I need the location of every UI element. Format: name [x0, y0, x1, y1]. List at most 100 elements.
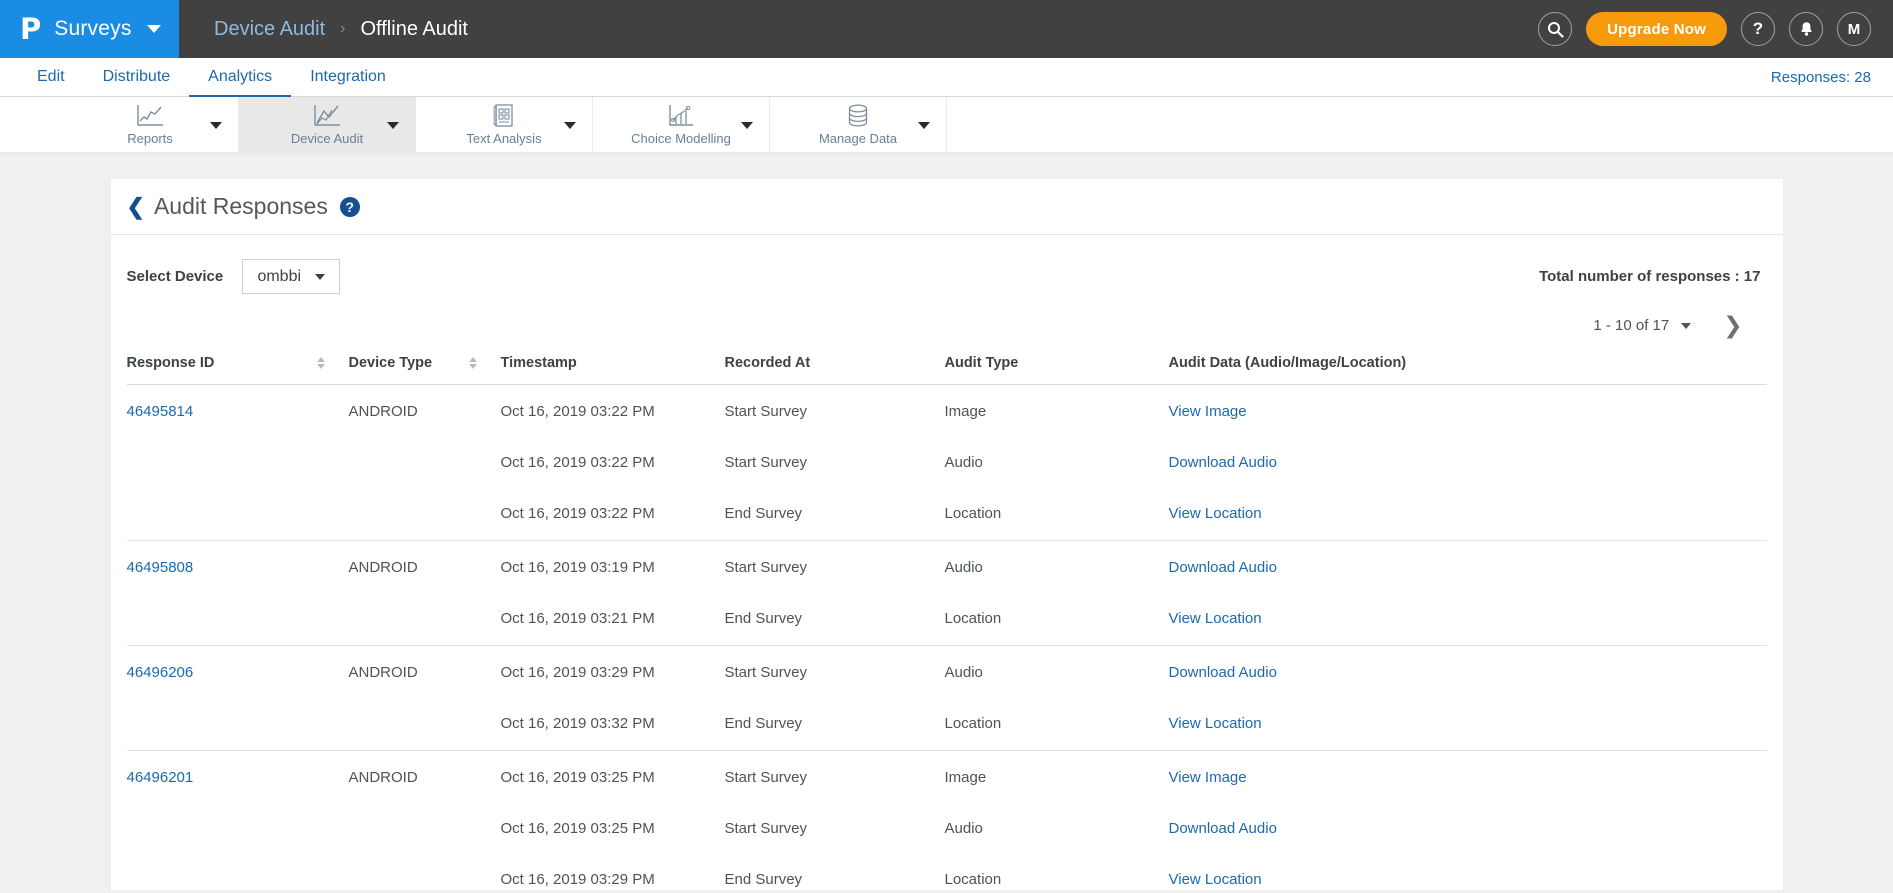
cell-timestamp-text: Oct 16, 2019 03:25 PM: [500, 820, 655, 837]
cell-audit-data-link[interactable]: View Image: [1169, 751, 1767, 804]
pagination-next-button[interactable]: ❯: [1723, 314, 1742, 337]
ribbon-item-text-analysis[interactable]: Text Analysis: [416, 97, 593, 152]
breadcrumb: Device Audit › Offline Audit: [179, 18, 468, 41]
table-row: Oct 16, 2019 03:29 PM End Survey Location V…: [126, 854, 1767, 890]
cell-audit-data-link-text: Download Audio: [1168, 454, 1277, 471]
cell-device-type: [349, 803, 501, 854]
cell-response-id[interactable]: 46496201: [127, 751, 349, 804]
cell-timestamp-text: Oct 16, 2019 03:32 PM: [500, 715, 655, 732]
column-header-timestamp[interactable]: Timestamp: [500, 355, 725, 385]
column-header-recorded-at[interactable]: Recorded At: [724, 355, 945, 385]
column-header-response-id[interactable]: Response ID: [126, 355, 349, 385]
cell-audit-data-link-text: View Location: [1168, 610, 1262, 627]
cell-audit-data-link[interactable]: Download Audio: [1169, 541, 1767, 594]
cell-audit-type: Image: [945, 751, 1169, 804]
document-grid-icon: [493, 104, 513, 127]
sort-icon[interactable]: [316, 357, 325, 369]
help-icon[interactable]: ?: [339, 196, 360, 217]
ribbon-item-manage-data-label: Manage Data: [818, 131, 898, 146]
column-header-audit-type[interactable]: Audit Type: [944, 355, 1169, 385]
cell-timestamp-text: Oct 16, 2019 03:22 PM: [500, 505, 655, 522]
chevron-left-icon[interactable]: ❮: [127, 195, 145, 218]
cell-audit-data-link[interactable]: View Location: [1168, 698, 1767, 751]
chevron-down-icon[interactable]: [210, 121, 222, 129]
search-icon: [1547, 21, 1564, 38]
pollfish-logo-icon: P: [20, 11, 42, 46]
cell-response-id: [126, 698, 349, 751]
chevron-down-icon[interactable]: [741, 121, 753, 129]
cell-timestamp: Oct 16, 2019 03:29 PM: [501, 646, 725, 699]
cell-recorded-at-text: Start Survey: [724, 403, 808, 420]
cell-audit-data-link[interactable]: View Location: [1168, 593, 1767, 646]
cell-timestamp: Oct 16, 2019 03:25 PM: [501, 803, 725, 854]
filter-row: Select Device ombbi Total number of resp…: [111, 235, 1783, 294]
table-row: Oct 16, 2019 03:22 PM End Survey Location V…: [126, 488, 1767, 541]
cell-audit-data-link[interactable]: View Location: [1168, 488, 1767, 541]
cell-response-id[interactable]: 46495814: [127, 385, 349, 438]
breadcrumb-separator-icon: ›: [340, 20, 346, 37]
cell-recorded-at-text: Start Survey: [724, 454, 808, 471]
ribbon-item-reports[interactable]: Reports: [62, 97, 239, 152]
page-title: Audit Responses: [153, 193, 328, 219]
breadcrumb-current: Offline Audit: [360, 17, 468, 40]
question-mark-icon: ?: [1752, 19, 1764, 38]
cell-audit-type-text: Image: [944, 403, 987, 420]
column-header-audit-data[interactable]: Audit Data (Audio/Image/Location): [1168, 355, 1767, 385]
brand-surveys-menu[interactable]: P Surveys: [0, 0, 179, 58]
cell-audit-data-link[interactable]: View Image: [1169, 385, 1767, 438]
scatter-chart-icon: [314, 105, 340, 126]
cell-timestamp: Oct 16, 2019 03:32 PM: [500, 698, 725, 751]
tab-analytics[interactable]: Analytics: [189, 58, 292, 97]
tab-analytics-label: Analytics: [208, 67, 273, 85]
notifications-button[interactable]: [1789, 12, 1823, 46]
cell-timestamp-text: Oct 16, 2019 03:22 PM: [500, 454, 655, 471]
cell-audit-type-text: Audio: [944, 664, 983, 681]
cell-audit-data-link[interactable]: Download Audio: [1169, 803, 1767, 854]
top-bar-actions: Upgrade Now ? M: [1538, 12, 1893, 46]
page-body: ❮ Audit Responses ? Select Device ombbi …: [0, 155, 1893, 890]
cell-audit-data-link[interactable]: Download Audio: [1169, 437, 1767, 488]
cell-timestamp: Oct 16, 2019 03:25 PM: [501, 751, 725, 804]
cell-response-id[interactable]: 46495808: [127, 541, 349, 594]
cell-device-type: [348, 593, 501, 646]
search-button[interactable]: [1538, 12, 1573, 46]
cell-response-id: [127, 437, 349, 488]
cell-audit-data-link-text: View Image: [1168, 769, 1247, 786]
column-header-response-id-label: Response ID: [126, 355, 215, 371]
column-header-device-type[interactable]: Device Type: [348, 355, 501, 385]
cell-response-id[interactable]: 46496206: [127, 646, 349, 699]
cell-audit-type: Audio: [945, 803, 1169, 854]
avatar[interactable]: M: [1837, 12, 1871, 46]
ribbon-item-choice-modelling[interactable]: Choice Modelling: [593, 97, 770, 152]
ribbon-item-device-audit[interactable]: Device Audit: [239, 97, 416, 152]
cell-recorded-at: Start Survey: [725, 646, 945, 699]
upgrade-now-button[interactable]: Upgrade Now: [1586, 12, 1727, 46]
cell-device-type: [348, 854, 501, 890]
cell-audit-type: Location: [944, 698, 1169, 751]
cell-response-id: [126, 488, 349, 541]
cell-audit-data-link[interactable]: View Location: [1168, 854, 1767, 890]
tab-edit[interactable]: Edit: [18, 58, 84, 97]
chevron-down-icon[interactable]: [918, 121, 930, 129]
sort-icon[interactable]: [468, 357, 477, 369]
cell-recorded-at-text: Start Survey: [724, 769, 808, 786]
cell-audit-data-link-text: View Location: [1168, 871, 1262, 888]
ribbon-item-choice-modelling-label: Choice Modelling: [631, 131, 731, 146]
chevron-down-icon[interactable]: [564, 121, 576, 129]
cell-timestamp-text: Oct 16, 2019 03:25 PM: [500, 769, 655, 786]
cell-recorded-at-text: Start Survey: [724, 664, 808, 681]
analytics-ribbon: Reports Device Audit Text Analysis Choic…: [0, 97, 1893, 155]
cell-audit-type: Audio: [945, 646, 1169, 699]
ribbon-item-manage-data[interactable]: Manage Data: [770, 97, 947, 152]
upgrade-now-label: Upgrade Now: [1607, 20, 1706, 38]
breadcrumb-parent[interactable]: Device Audit: [214, 18, 325, 41]
cell-audit-data-link[interactable]: Download Audio: [1169, 646, 1767, 699]
chevron-down-icon: [315, 273, 326, 280]
tab-integration[interactable]: Integration: [291, 58, 405, 97]
tab-distribute[interactable]: Distribute: [84, 58, 190, 97]
cell-audit-type-text: Audio: [944, 454, 983, 471]
help-button[interactable]: ?: [1741, 12, 1775, 46]
select-device-dropdown[interactable]: ombbi: [242, 259, 341, 294]
chevron-down-icon[interactable]: [387, 121, 399, 129]
pagination-range-dropdown[interactable]: 1 - 10 of 17: [1593, 317, 1692, 334]
